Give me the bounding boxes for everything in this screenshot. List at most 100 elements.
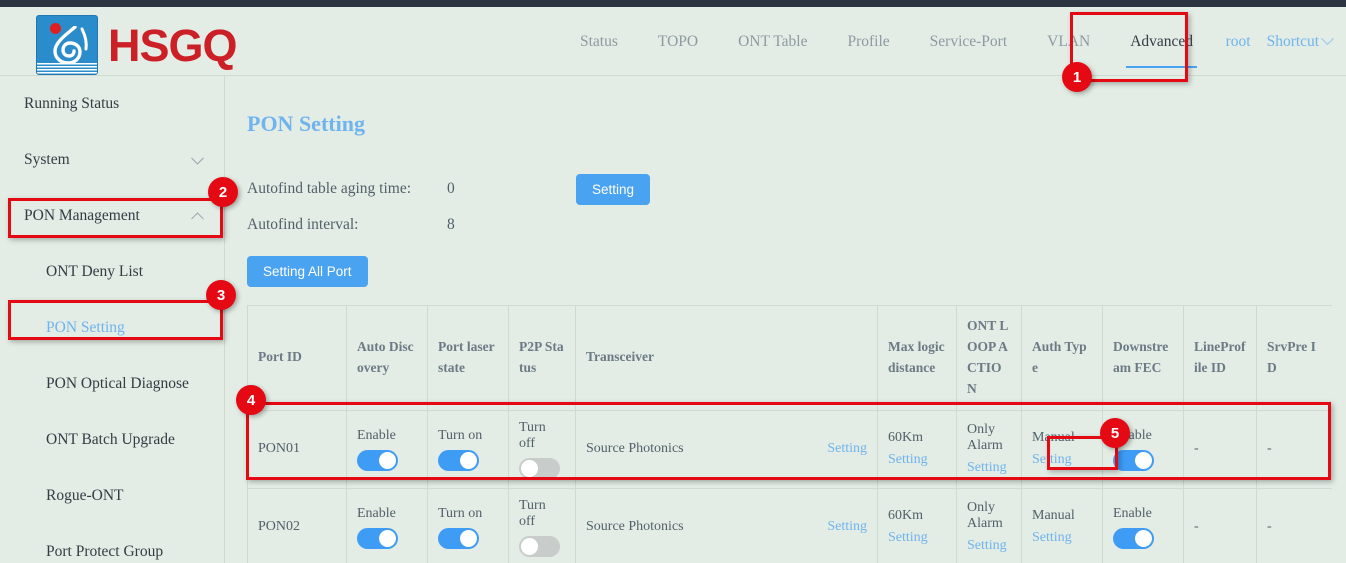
annotation-badge-4: 4 bbox=[236, 385, 266, 415]
nav-item-profile[interactable]: Profile bbox=[827, 7, 909, 76]
ont-loop-action-value: Only Alarm bbox=[967, 500, 1011, 532]
sidebar-item-pon-setting[interactable]: PON Setting bbox=[0, 300, 224, 356]
chevron-down-icon bbox=[191, 152, 204, 165]
pon-table-scroll[interactable]: Port ID Auto Discovery Port laser state … bbox=[247, 305, 1332, 563]
sidebar-item-port-protect-group[interactable]: Port Protect Group bbox=[0, 524, 224, 563]
auto-discovery-label: Enable bbox=[357, 506, 417, 522]
col-ont-loop-action: ONT LOOP ACTION bbox=[957, 306, 1022, 411]
pon-table: Port ID Auto Discovery Port laser state … bbox=[247, 305, 1332, 563]
port-laser-label: Turn on bbox=[438, 428, 498, 444]
col-auth-type: Auth Type bbox=[1022, 306, 1103, 411]
col-auto-discovery: Auto Discovery bbox=[347, 306, 428, 411]
autofind-interval-label: Autofind interval: bbox=[247, 216, 447, 234]
sidebar-item-label: PON Management bbox=[24, 207, 140, 225]
logo-wordmark: HSGQ bbox=[108, 23, 237, 68]
nav-item-status[interactable]: Status bbox=[560, 7, 638, 76]
sidebar-item-pon-management[interactable]: PON Management bbox=[0, 188, 224, 244]
nav-item-ont-table[interactable]: ONT Table bbox=[718, 7, 827, 76]
max-logic-distance-setting-link[interactable]: Setting bbox=[888, 452, 946, 468]
autofind-interval-row: Autofind interval: 8 bbox=[247, 216, 455, 234]
header-user-area: root Shortcut bbox=[1226, 7, 1332, 76]
cell-auth-type: Manual Setting bbox=[1022, 488, 1103, 563]
logo-swoosh-icon bbox=[45, 26, 91, 64]
sidebar-item-pon-optical-diagnose[interactable]: PON Optical Diagnose bbox=[0, 356, 224, 412]
table-header-row: Port ID Auto Discovery Port laser state … bbox=[248, 306, 1333, 411]
autofind-aging-row: Autofind table aging time: 0 bbox=[247, 180, 455, 198]
col-p2p-status: P2P Status bbox=[509, 306, 576, 411]
chevron-up-icon bbox=[191, 212, 204, 225]
setting-all-port-button[interactable]: Setting All Port bbox=[247, 256, 368, 287]
brand-logo[interactable]: HSGQ bbox=[36, 15, 237, 75]
page-root: HSGQ Status TOPO ONT Table Profile Servi… bbox=[0, 0, 1346, 563]
col-transceiver: Transceiver bbox=[576, 306, 878, 411]
p2p-status-toggle[interactable] bbox=[519, 536, 560, 557]
sidebar-item-label: PON Setting bbox=[46, 319, 125, 337]
p2p-status-label: Turn off bbox=[519, 498, 565, 530]
col-line-profile-id: LineProfile ID bbox=[1184, 306, 1257, 411]
p2p-status-label: Turn off bbox=[519, 420, 565, 452]
transceiver-value: Source Photonics bbox=[586, 441, 684, 457]
sidebar: Running Status System PON Management ONT… bbox=[0, 76, 225, 563]
logo-stripes bbox=[37, 63, 97, 74]
ont-loop-action-setting-link[interactable]: Setting bbox=[967, 538, 1011, 554]
cell-transceiver: Source Photonics Setting bbox=[576, 410, 878, 488]
cell-p2p-status: Turn off bbox=[509, 488, 576, 563]
shortcut-label: Shortcut bbox=[1267, 33, 1320, 50]
nav-item-topo[interactable]: TOPO bbox=[638, 7, 718, 76]
sidebar-item-ont-batch-upgrade[interactable]: ONT Batch Upgrade bbox=[0, 412, 224, 468]
auth-type-value: Manual bbox=[1032, 508, 1092, 524]
port-laser-toggle[interactable] bbox=[438, 528, 479, 549]
sidebar-item-rogue-ont[interactable]: Rogue-ONT bbox=[0, 468, 224, 524]
auth-type-value: Manual bbox=[1032, 430, 1092, 446]
col-downstream-fec: Downstream FEC bbox=[1103, 306, 1184, 411]
max-logic-distance-value: 60Km bbox=[888, 430, 946, 446]
sidebar-item-system[interactable]: System bbox=[0, 132, 224, 188]
autofind-interval-value: 8 bbox=[447, 216, 455, 234]
ont-loop-action-setting-link[interactable]: Setting bbox=[967, 460, 1011, 476]
downstream-fec-toggle[interactable] bbox=[1113, 450, 1154, 471]
auto-discovery-toggle[interactable] bbox=[357, 528, 398, 549]
col-max-logic-distance: Max logic distance bbox=[878, 306, 957, 411]
annotation-badge-3: 3 bbox=[206, 280, 236, 310]
sidebar-item-label: ONT Deny List bbox=[46, 263, 143, 281]
sidebar-item-label: Port Protect Group bbox=[46, 543, 163, 561]
cell-transceiver: Source Photonics Setting bbox=[576, 488, 878, 563]
sidebar-item-label: System bbox=[24, 151, 70, 169]
sidebar-item-label: Running Status bbox=[24, 95, 119, 113]
sidebar-item-ont-deny-list[interactable]: ONT Deny List bbox=[0, 244, 224, 300]
cell-port-id: PON02 bbox=[248, 488, 347, 563]
chevron-down-icon bbox=[1321, 32, 1334, 45]
auth-type-setting-link[interactable]: Setting bbox=[1032, 530, 1092, 546]
auth-type-setting-link[interactable]: Setting bbox=[1032, 452, 1092, 468]
downstream-fec-toggle[interactable] bbox=[1113, 528, 1154, 549]
cell-port-laser-state: Turn on bbox=[428, 488, 509, 563]
cell-downstream-fec: Enable bbox=[1103, 488, 1184, 563]
port-laser-toggle[interactable] bbox=[438, 450, 479, 471]
auto-discovery-toggle[interactable] bbox=[357, 450, 398, 471]
sidebar-item-label: ONT Batch Upgrade bbox=[46, 431, 175, 449]
col-srv-pre-id: SrvPre ID bbox=[1257, 306, 1333, 411]
annotation-badge-1: 1 bbox=[1062, 62, 1092, 92]
setting-button[interactable]: Setting bbox=[576, 174, 650, 205]
col-port-laser-state: Port laser state bbox=[428, 306, 509, 411]
auto-discovery-label: Enable bbox=[357, 428, 417, 444]
cell-port-id: PON01 bbox=[248, 410, 347, 488]
cell-max-logic-distance: 60Km Setting bbox=[878, 410, 957, 488]
sidebar-item-running-status[interactable]: Running Status bbox=[0, 76, 224, 132]
main-nav: Status TOPO ONT Table Profile Service-Po… bbox=[560, 7, 1213, 76]
cell-line-profile-id: - bbox=[1184, 410, 1257, 488]
p2p-status-toggle[interactable] bbox=[519, 458, 560, 479]
cell-auto-discovery: Enable bbox=[347, 410, 428, 488]
cell-srv-pre-id: - bbox=[1257, 488, 1333, 563]
sidebar-item-label: PON Optical Diagnose bbox=[46, 375, 189, 393]
transceiver-setting-link[interactable]: Setting bbox=[827, 441, 867, 457]
user-name[interactable]: root bbox=[1226, 33, 1251, 51]
cell-auth-type: Manual Setting bbox=[1022, 410, 1103, 488]
cell-auto-discovery: Enable bbox=[347, 488, 428, 563]
nav-item-service-port[interactable]: Service-Port bbox=[910, 7, 1027, 76]
transceiver-setting-link[interactable]: Setting bbox=[827, 519, 867, 535]
shortcut-menu[interactable]: Shortcut bbox=[1267, 33, 1332, 51]
max-logic-distance-setting-link[interactable]: Setting bbox=[888, 530, 946, 546]
nav-item-advanced[interactable]: Advanced bbox=[1110, 7, 1213, 76]
cell-port-laser-state: Turn on bbox=[428, 410, 509, 488]
